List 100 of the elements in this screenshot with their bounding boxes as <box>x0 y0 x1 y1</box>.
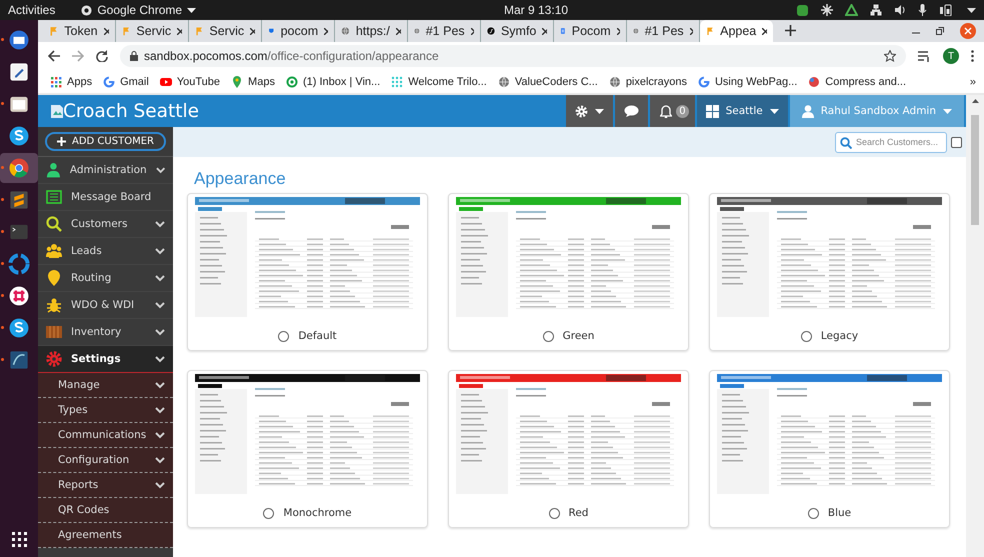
search-icon <box>46 216 62 232</box>
group-icon <box>46 243 62 259</box>
office-menu-button[interactable]: Seattle <box>696 95 788 127</box>
bookmark-link[interactable]: (1) Inbox | Vin... <box>286 76 380 88</box>
bookmark-link[interactable]: ValueCoders C... <box>498 76 598 88</box>
chevron-down-icon <box>155 248 165 254</box>
nav-item[interactable]: WDO & WDI <box>38 292 173 319</box>
play-icon <box>160 76 172 88</box>
nav-item[interactable]: Customers <box>38 211 173 238</box>
bookmark-link[interactable]: Using WebPag... <box>698 76 798 88</box>
more-bookmarks-button[interactable]: » <box>970 76 976 88</box>
star-icon[interactable] <box>884 50 896 62</box>
subnav-item[interactable]: Types <box>38 398 173 423</box>
close-icon[interactable] <box>177 28 182 34</box>
scrollbar[interactable] <box>966 95 984 557</box>
radio-button[interactable] <box>542 330 554 342</box>
theme-label: Legacy <box>820 330 858 342</box>
radio-button[interactable] <box>263 508 274 518</box>
nav-item[interactable]: Administration <box>38 157 173 184</box>
close-icon[interactable] <box>762 28 767 34</box>
boxes-icon <box>46 324 62 340</box>
nav-item[interactable]: Leads <box>38 238 173 265</box>
restore-icon[interactable] <box>936 27 944 35</box>
subnav-item[interactable]: Manage <box>38 373 173 398</box>
nav-item[interactable]: Settings <box>38 346 173 373</box>
close-icon[interactable] <box>250 28 255 34</box>
browser-tab[interactable]: #1 Pes <box>408 20 481 42</box>
browser-tab[interactable]: Pocom <box>554 20 627 42</box>
network-icon[interactable] <box>870 4 882 16</box>
nav-item[interactable]: Message Board <box>38 184 173 211</box>
bookmark-link[interactable]: Gmail <box>103 76 149 88</box>
bookmark-link[interactable]: pixelcrayons <box>608 76 687 88</box>
address-bar[interactable]: sandbox.pocomos.com/office-configuration/appearance <box>120 45 906 67</box>
search-field[interactable]: Search Customers... <box>835 132 947 152</box>
page-title: Appearance <box>194 169 287 189</box>
subnav-item[interactable]: QR Codes <box>38 498 173 523</box>
subnav-item[interactable]: Communications <box>38 423 173 448</box>
radio-button[interactable] <box>278 330 290 342</box>
letter-logo-icon <box>487 25 495 37</box>
logo-text[interactable]: Croach Seattle <box>63 100 200 122</box>
nav-item[interactable]: Routing <box>38 265 173 292</box>
person-icon <box>46 162 61 178</box>
profile-avatar[interactable]: T <box>943 48 959 64</box>
caret-icon <box>943 108 952 114</box>
back-arrow-icon[interactable] <box>48 50 60 62</box>
subnav-item[interactable]: Configuration <box>38 448 173 473</box>
bookmark-link[interactable]: Welcome Trilo... <box>391 76 487 88</box>
settings-menu-button[interactable] <box>566 95 614 127</box>
close-icon[interactable] <box>396 28 401 34</box>
chevron-down-icon <box>155 406 165 414</box>
bookmark-link[interactable]: Compress and... <box>808 76 906 88</box>
browser-tab[interactable]: Token <box>43 20 116 42</box>
close-icon[interactable] <box>616 28 620 34</box>
asterisk-icon[interactable] <box>820 4 833 16</box>
chevron-down-icon <box>155 220 165 228</box>
recycle-icon[interactable] <box>844 4 858 16</box>
close-icon[interactable] <box>542 28 547 34</box>
bookmark-link[interactable]: YouTube <box>160 76 220 88</box>
search-icon <box>840 136 852 148</box>
map-pin-icon <box>231 76 244 88</box>
checkbox[interactable] <box>951 136 962 148</box>
add-customer-button[interactable]: ADD CUSTOMER <box>45 132 166 151</box>
close-icon[interactable] <box>104 28 109 34</box>
chat-button[interactable] <box>615 95 648 127</box>
workbench-icon <box>8 349 30 371</box>
radio-button[interactable] <box>548 508 560 518</box>
radio-button[interactable] <box>800 330 812 342</box>
activities-button[interactable]: Activities <box>8 3 56 17</box>
flag-icon <box>122 25 130 37</box>
app-grid-icon <box>50 76 62 88</box>
list-icon <box>46 189 62 205</box>
letter-g-icon <box>103 76 116 88</box>
browser-tab[interactable]: Appea <box>700 20 773 42</box>
app-grid-icon[interactable] <box>11 531 27 547</box>
speaker-icon[interactable] <box>894 4 906 16</box>
scrollbar-thumb[interactable] <box>971 115 979 225</box>
playlist-icon[interactable] <box>918 50 931 62</box>
bookmark-link[interactable]: Maps <box>231 76 275 88</box>
bookmark-link[interactable]: Apps <box>50 76 92 88</box>
browser-tab[interactable]: https:/ <box>335 20 408 42</box>
microphone-icon[interactable] <box>918 4 927 16</box>
close-icon[interactable] <box>470 28 474 34</box>
plus-icon[interactable] <box>785 25 796 36</box>
caret-up-icon[interactable] <box>972 99 978 103</box>
sublime-icon <box>8 189 30 211</box>
more-icon[interactable] <box>971 50 974 62</box>
chevron-down-icon <box>155 482 165 488</box>
radio-button[interactable] <box>808 508 819 518</box>
subnav-item[interactable]: Agreements <box>38 523 173 548</box>
browser-tab[interactable]: pocom <box>262 20 335 42</box>
close-icon[interactable] <box>324 28 328 34</box>
app-menu[interactable]: Google Chrome <box>81 3 196 17</box>
caret-icon <box>966 8 976 12</box>
subnav-item[interactable]: Reports <box>38 473 173 498</box>
close-icon[interactable] <box>690 28 693 34</box>
browser-tab[interactable]: Servic <box>116 20 189 42</box>
browser-tab[interactable]: Symfo <box>481 20 554 42</box>
browser-tab[interactable]: Servic <box>189 20 262 42</box>
reload-icon[interactable] <box>96 50 108 62</box>
clock[interactable]: Mar 9 13:10 <box>504 3 568 17</box>
